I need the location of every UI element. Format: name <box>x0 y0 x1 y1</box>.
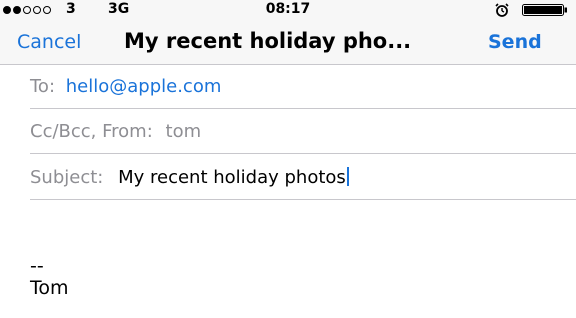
subject-field[interactable]: Subject: My recent holiday photos <box>30 156 576 200</box>
text-cursor <box>346 167 349 186</box>
cc-bcc-from-field[interactable]: Cc/Bcc, From: tom <box>30 110 576 154</box>
subject-input[interactable]: My recent holiday photos <box>118 167 346 188</box>
signature-name: Tom <box>30 277 69 299</box>
status-bar: 3 3G 08:17 <box>0 0 576 20</box>
to-label: To: <box>30 76 56 97</box>
compose-title: My recent holiday pho... <box>124 29 412 53</box>
to-field[interactable]: To: hello@apple.com <box>30 65 576 109</box>
compose-nav-bar: Cancel My recent holiday pho... Send <box>0 20 576 65</box>
alarm-clock-icon <box>495 3 509 17</box>
send-button[interactable]: Send <box>488 31 542 53</box>
recipient-token[interactable]: hello@apple.com <box>66 76 222 97</box>
battery-icon <box>522 4 567 16</box>
message-body[interactable]: -- Tom <box>30 255 69 299</box>
from-value[interactable]: tom <box>166 121 202 142</box>
status-time: 08:17 <box>265 1 311 17</box>
cc-bcc-from-label: Cc/Bcc, From: <box>30 121 153 142</box>
subject-label: Subject: <box>30 167 104 188</box>
cancel-button[interactable]: Cancel <box>17 31 81 53</box>
signature-separator: -- <box>30 255 44 277</box>
